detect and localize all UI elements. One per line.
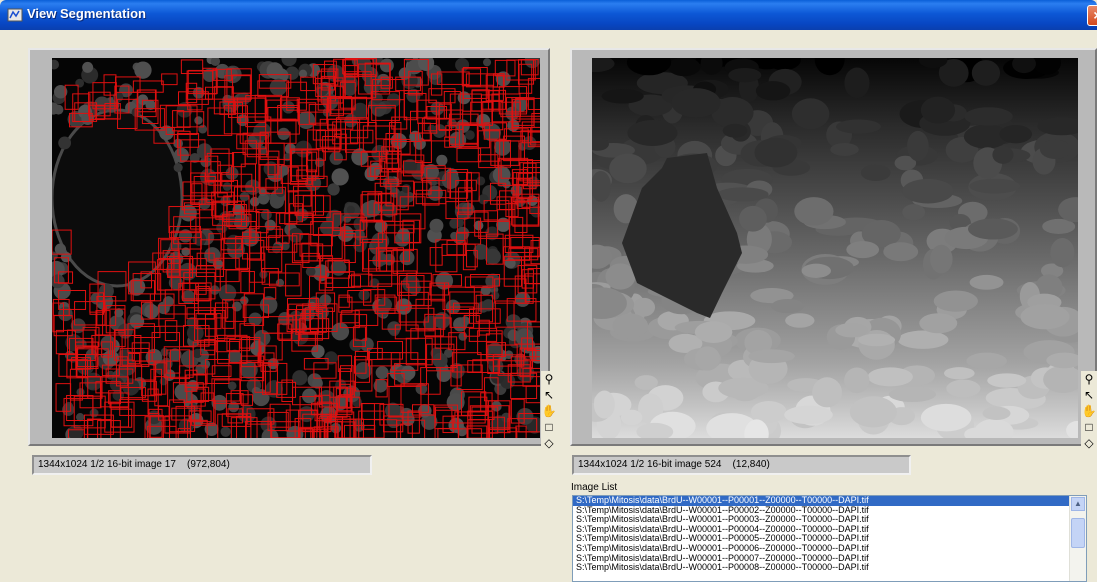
- scroll-thumb[interactable]: [1071, 518, 1085, 548]
- right-tool-palette: ⚲ ↖ ✋ □ ◇: [1081, 371, 1097, 451]
- scroll-up-icon[interactable]: ▲: [1071, 497, 1085, 511]
- zoom-icon[interactable]: ⚲: [541, 371, 557, 387]
- left-tool-palette: ⚲ ↖ ✋ □ ◇: [541, 371, 557, 451]
- left-image-display: [28, 48, 550, 446]
- list-scrollbar[interactable]: ▲: [1069, 496, 1086, 581]
- window-title: View Segmentation: [27, 6, 146, 21]
- pan-hand-icon[interactable]: ✋: [1081, 403, 1097, 419]
- left-image-info: 1344x1024 1/2 16-bit image 17 (972,804): [32, 455, 372, 475]
- right-image-display: [570, 48, 1097, 446]
- zoom-icon[interactable]: ⚲: [1081, 371, 1097, 387]
- app-icon: [7, 8, 23, 22]
- segmentation-overlay-image[interactable]: [52, 58, 540, 438]
- image-list[interactable]: S:\Temp\Mitosis\data\BrdU--W00001--P0000…: [572, 495, 1087, 582]
- right-image-info: 1344x1024 1/2 16-bit image 524 (12,840): [572, 455, 911, 475]
- segmentation-boxes: [52, 58, 540, 438]
- image-list-label: Image List: [571, 482, 618, 493]
- rectangle-tool-icon[interactable]: □: [1081, 419, 1097, 435]
- list-item[interactable]: S:\Temp\Mitosis\data\BrdU--W00001--P0000…: [573, 563, 1086, 573]
- polygon-tool-icon[interactable]: ◇: [541, 435, 557, 451]
- pointer-icon[interactable]: ↖: [541, 387, 557, 403]
- label-map-regions: [592, 58, 1078, 438]
- label-map-image[interactable]: [592, 58, 1078, 438]
- rectangle-tool-icon[interactable]: □: [541, 419, 557, 435]
- title-bar[interactable]: View Segmentation ×: [0, 0, 1097, 30]
- pointer-icon[interactable]: ↖: [1081, 387, 1097, 403]
- pan-hand-icon[interactable]: ✋: [541, 403, 557, 419]
- close-button[interactable]: ×: [1087, 5, 1097, 26]
- polygon-tool-icon[interactable]: ◇: [1081, 435, 1097, 451]
- client-area: ⚲ ↖ ✋ □ ◇ ⚲ ↖ ✋ □ ◇ 1344x1024 1/2 16-bit…: [0, 30, 1097, 582]
